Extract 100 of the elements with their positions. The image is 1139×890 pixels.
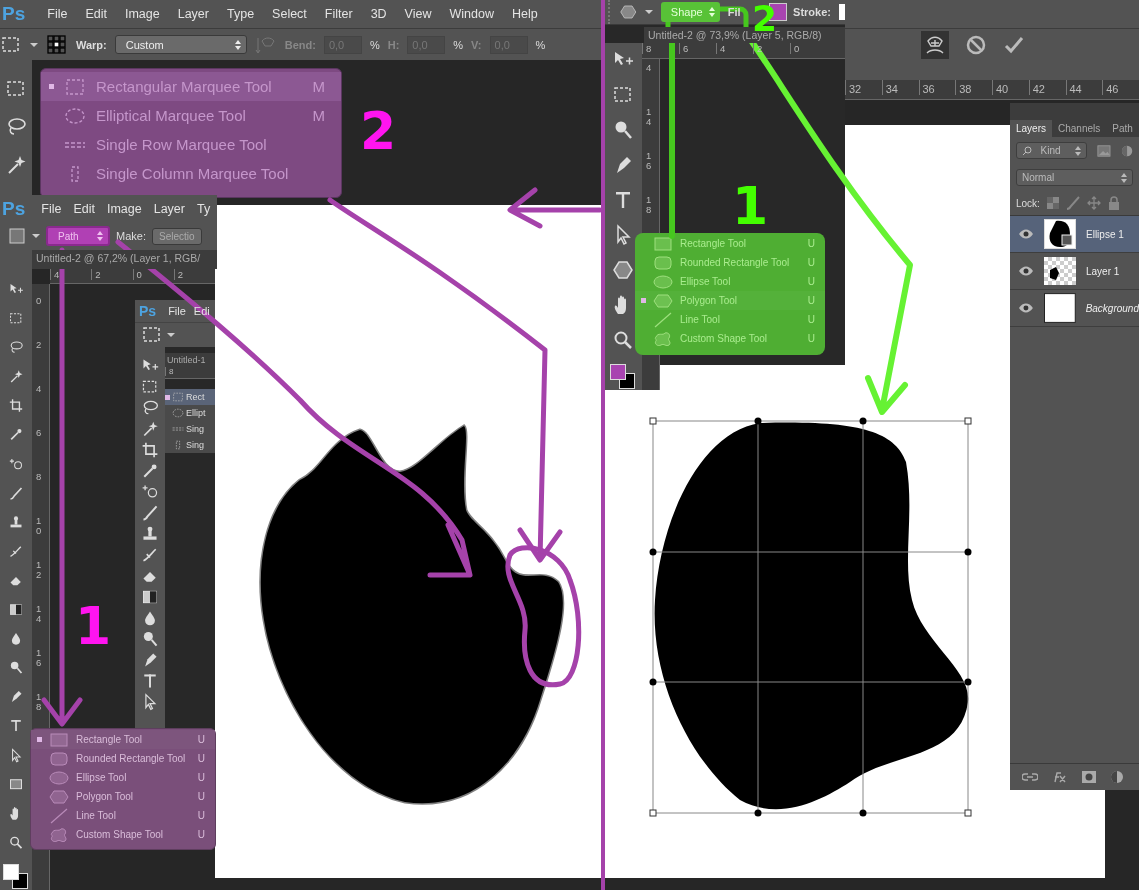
menu-item[interactable]: Type <box>227 7 255 21</box>
panel-tab[interactable]: Layers <box>1010 120 1052 137</box>
rectangle-icon[interactable] <box>8 227 26 245</box>
shortcut-key: M <box>312 78 325 95</box>
menu-item[interactable]: File <box>47 7 68 21</box>
dashed-row-icon <box>172 424 184 434</box>
crop-tool-icon[interactable] <box>141 441 159 459</box>
image-filter-icon[interactable] <box>1097 143 1111 158</box>
panel-tab[interactable]: Path <box>1106 120 1139 137</box>
line-icon <box>652 311 674 328</box>
rounded-rectangle-icon <box>652 254 674 271</box>
polygon-tool-icon[interactable] <box>612 259 634 281</box>
dodge-tool-icon[interactable] <box>141 630 159 648</box>
up-down-arrows-icon <box>1121 172 1127 183</box>
menu-item[interactable]: Window <box>449 7 494 21</box>
tool-menu-item[interactable]: Sing <box>165 421 215 437</box>
tool-menu-item[interactable]: Elliptical Marquee Tool M <box>41 101 341 130</box>
lasso-tool-icon[interactable] <box>5 116 27 138</box>
percent-unit: % <box>535 38 546 51</box>
color-swatches-icon[interactable] <box>3 863 29 890</box>
tool-menu-item[interactable]: Rounded Rectangle Tool U <box>31 749 215 768</box>
menu-item[interactable]: Edit <box>73 201 95 216</box>
visibility-eye-icon[interactable] <box>1018 228 1034 240</box>
checkerboard-icon[interactable] <box>1046 197 1059 209</box>
menu-item[interactable]: File <box>168 305 186 317</box>
layer-row[interactable]: Layer 1 <box>1010 253 1139 290</box>
zoom-tool-icon[interactable] <box>612 329 634 351</box>
history-tool-icon[interactable] <box>141 546 159 564</box>
menu-item[interactable]: Select <box>272 7 307 21</box>
layer-thumbnail <box>1043 293 1076 323</box>
color-swatches-icon[interactable] <box>610 364 636 390</box>
caret-icon[interactable] <box>644 10 653 14</box>
tool-menu-item[interactable]: Polygon Tool U <box>31 787 215 806</box>
tool-menu-item[interactable]: Single Row Marquee Tool <box>41 130 341 159</box>
grip-handle[interactable] <box>608 0 613 24</box>
ruler-number: 18 <box>36 692 42 714</box>
ruler-number: 18 <box>646 195 652 217</box>
tool-menu-item[interactable]: Rectangle Tool U <box>31 730 215 749</box>
caret-icon[interactable] <box>30 42 38 47</box>
menu-item[interactable]: Layer <box>153 201 185 216</box>
grid-icon[interactable] <box>46 33 68 56</box>
heal-tool-icon[interactable] <box>141 483 159 501</box>
selected-indicator <box>641 298 646 303</box>
tool-menu-item[interactable]: Line Tool U <box>31 806 215 825</box>
brush-tool-icon[interactable] <box>141 504 159 522</box>
document-tab[interactable]: Untitled-1 <box>165 353 215 367</box>
type-tool-icon[interactable] <box>141 672 159 690</box>
marquee-tool-icon[interactable] <box>141 378 159 396</box>
layer-row[interactable]: Background <box>1010 290 1139 327</box>
gradient-tool-icon[interactable] <box>141 588 159 606</box>
caret-icon[interactable] <box>32 234 40 238</box>
annotation-number: 1 <box>732 180 769 232</box>
tool-menu-item[interactable]: Ellipse Tool U <box>31 768 215 787</box>
menu-item[interactable]: Edi <box>193 305 210 317</box>
mask-icon[interactable] <box>1082 771 1096 783</box>
eyedropper-tool-icon[interactable] <box>141 462 159 480</box>
stamp-tool-icon[interactable] <box>141 525 159 543</box>
warp-dropdown[interactable]: Custom <box>114 35 247 54</box>
menu-item[interactable]: View <box>404 7 432 21</box>
wand-tool-icon[interactable] <box>141 420 159 438</box>
shortcut-key: U <box>807 257 815 268</box>
shortcut-key: U <box>197 791 205 802</box>
adjustment-filter-icon[interactable] <box>1120 143 1133 158</box>
filter-dropdown[interactable]: Kind <box>1016 142 1087 159</box>
visibility-eye-icon[interactable] <box>1018 302 1034 314</box>
tool-menu-item[interactable]: Custom Shape Tool U <box>31 825 215 844</box>
hexagon-icon <box>652 292 674 309</box>
link-icon[interactable] <box>1022 771 1038 783</box>
ruler-number: 8 <box>165 367 209 376</box>
layer-thumbnail <box>1044 219 1076 249</box>
menu-item[interactable]: Edit <box>85 7 107 21</box>
warp-icon[interactable] <box>921 30 949 59</box>
menu-item[interactable]: Help <box>511 7 538 21</box>
adjustment-icon[interactable] <box>1110 770 1124 784</box>
visibility-eye-icon[interactable] <box>1018 265 1034 277</box>
cancel-icon[interactable] <box>965 33 987 56</box>
mode-dropdown[interactable]: Path <box>46 226 110 246</box>
menu-item[interactable]: File <box>41 201 62 216</box>
tool-menu-item[interactable]: Rect <box>165 389 215 405</box>
tool-menu-item[interactable]: Sing <box>165 437 215 453</box>
menu-item[interactable]: Ty <box>197 201 211 216</box>
selected-indicator <box>165 394 170 400</box>
caret-icon[interactable] <box>167 333 175 337</box>
tool-menu-item[interactable]: Single Column Marquee Tool <box>41 159 341 188</box>
tool-menu-item[interactable]: Ellipt <box>165 405 215 421</box>
menu-item[interactable]: Filter <box>324 7 353 21</box>
blend-mode-dropdown[interactable]: Normal <box>1016 169 1133 186</box>
layer-row[interactable]: Ellipse 1 <box>1010 216 1139 253</box>
menu-item[interactable]: Layer <box>177 7 209 21</box>
lasso-tool-icon[interactable] <box>141 399 159 417</box>
stroke-swatch[interactable] <box>839 4 845 20</box>
dashed-ellipse-icon <box>64 107 86 124</box>
document-tab[interactable]: Untitled-2 @ 67,2% (Layer 1, RGB/ <box>32 250 217 269</box>
panel-tab[interactable]: Channels <box>1052 120 1107 137</box>
menu-item[interactable]: Image <box>106 201 142 216</box>
effects-icon[interactable] <box>1052 771 1068 783</box>
hexagon-icon[interactable] <box>620 2 637 22</box>
ruler-number: 2 <box>753 43 790 54</box>
menu-item[interactable]: Image <box>124 7 160 21</box>
menu-item[interactable]: 3D <box>370 7 387 21</box>
